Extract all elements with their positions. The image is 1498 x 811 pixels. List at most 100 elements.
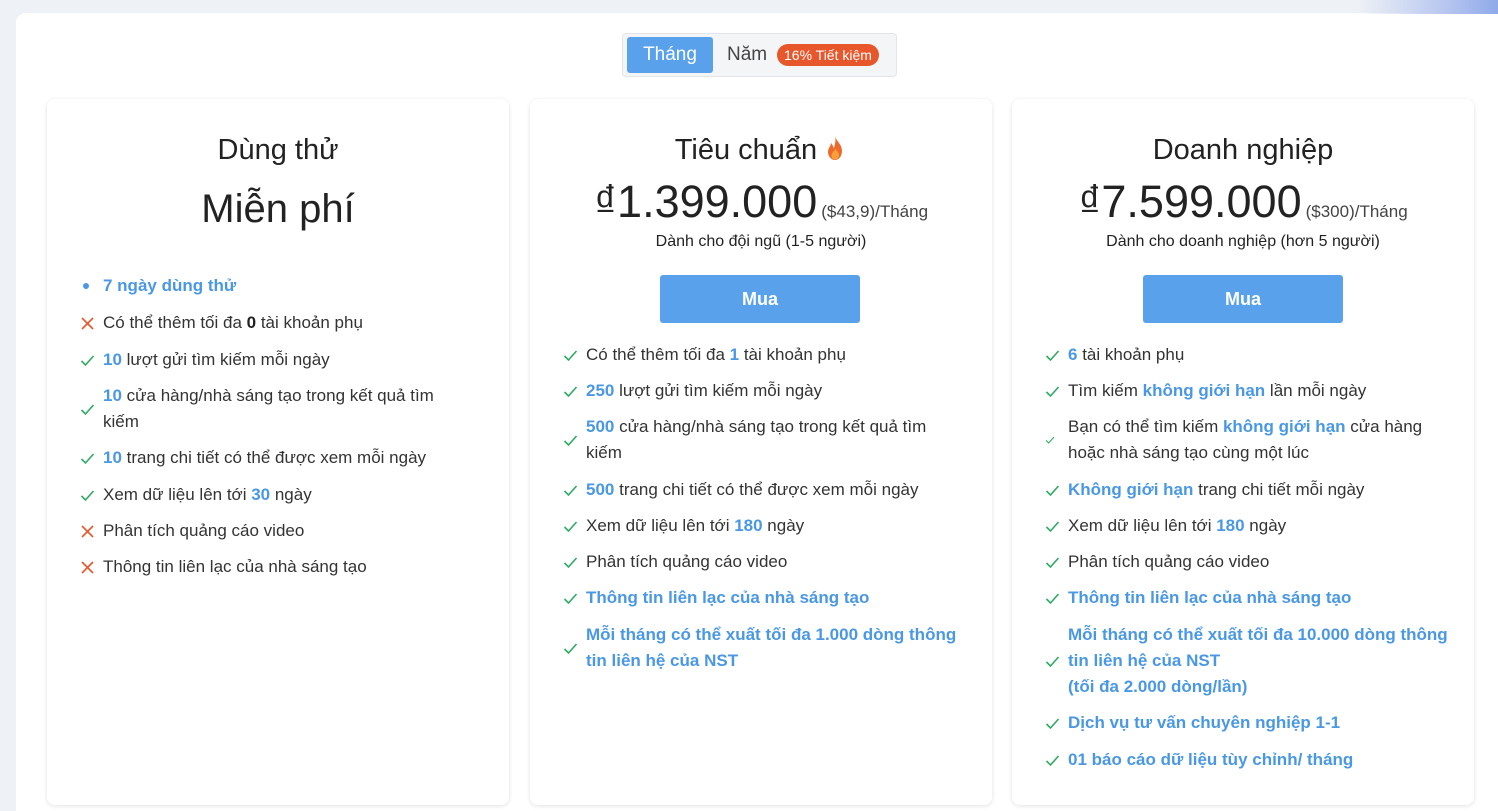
feature-text: Bạn có thể tìm kiếm không giới hạn cửa h… bbox=[1068, 414, 1450, 466]
feature-text-segment: 1 bbox=[729, 345, 740, 364]
feature-text-segment: Thông tin liên lạc của nhà sáng tạo bbox=[1068, 588, 1352, 607]
feature-text: 10 cửa hàng/nhà sáng tạo trong kết quả t… bbox=[103, 383, 460, 435]
feature-text-segment: Dịch vụ tư vấn chuyên nghiệp 1-1 bbox=[1068, 713, 1341, 732]
plan-name-text: Tiêu chuẩn bbox=[674, 134, 818, 166]
feature-item: 7 ngày dùng thử bbox=[80, 273, 460, 299]
check-small-icon bbox=[1045, 435, 1065, 445]
plan-audience: Dành cho doanh nghiệp (hơn 5 người) bbox=[1106, 233, 1380, 250]
feature-text: Thông tin liên lạc của nhà sáng tạo bbox=[1068, 585, 1351, 611]
feature-item: 500 trang chi tiết có thể được xem mỗi n… bbox=[563, 477, 963, 503]
cross-icon bbox=[80, 316, 100, 331]
feature-text-segment: Xem dữ liệu lên tới bbox=[1068, 516, 1217, 535]
feature-text-segment: lượt gửi tìm kiếm mỗi ngày bbox=[614, 381, 823, 400]
feature-item: 01 báo cáo dữ liệu tùy chỉnh/ tháng bbox=[1045, 747, 1450, 773]
feature-item: Xem dữ liệu lên tới 180 ngày bbox=[1045, 513, 1450, 539]
feature-text: Phân tích quảng cáo video bbox=[1068, 549, 1269, 575]
feature-text: 500 cửa hàng/nhà sáng tạo trong kết quả … bbox=[586, 414, 963, 466]
feature-text-segment: ngày bbox=[1244, 516, 1287, 535]
fire-icon bbox=[828, 136, 843, 160]
feature-text-segment: 30 bbox=[251, 485, 271, 504]
feature-text: Không giới hạn trang chi tiết mỗi ngày bbox=[1068, 477, 1364, 503]
feature-item: Thông tin liên lạc của nhà sáng tạo bbox=[1045, 585, 1450, 611]
feature-text-segment: (tối đa 2.000 dòng/lần) bbox=[1068, 677, 1248, 696]
feature-text: Mỗi tháng có thể xuất tối đa 10.000 dòng… bbox=[1068, 622, 1450, 700]
plan-price: ₫7.599.000 bbox=[1078, 176, 1302, 227]
tab-year[interactable]: Năm bbox=[727, 37, 767, 73]
check-icon bbox=[563, 483, 583, 498]
feature-text-segment: Thông tin liên lạc của nhà sáng tạo bbox=[586, 588, 870, 607]
feature-item: 6 tài khoản phụ bbox=[1045, 342, 1450, 368]
feature-text: Phân tích quảng cáo video bbox=[103, 518, 304, 544]
feature-text: Thông tin liên lạc của nhà sáng tạo bbox=[586, 585, 869, 611]
plan-price: Miễn phí bbox=[201, 187, 355, 231]
feature-item: Thông tin liên lạc của nhà sáng tạo bbox=[563, 585, 963, 611]
feature-text-segment: tài khoản phụ bbox=[256, 313, 363, 332]
plan-price-usd: ($300)/Tháng bbox=[1305, 202, 1408, 221]
buy-button-enterprise[interactable]: Mua bbox=[1143, 275, 1343, 323]
check-icon bbox=[1045, 654, 1065, 669]
feature-text-segment: lượt gửi tìm kiếm mỗi ngày bbox=[121, 350, 330, 369]
feature-text: Xem dữ liệu lên tới 30 ngày bbox=[103, 482, 312, 508]
feature-text: Có thể thêm tối đa 1 tài khoản phụ bbox=[586, 342, 846, 368]
plan-name: Doanh nghiệp bbox=[1152, 134, 1334, 166]
feature-item: Có thể thêm tối đa 1 tài khoản phụ bbox=[563, 342, 963, 368]
check-icon bbox=[563, 555, 583, 570]
feature-text-segment: Phân tích quảng cáo video bbox=[103, 521, 305, 540]
feature-text-segment: Không giới hạn bbox=[1068, 480, 1194, 499]
feature-text-segment: 10 bbox=[103, 448, 122, 467]
feature-text: 250 lượt gửi tìm kiếm mỗi ngày bbox=[586, 378, 822, 404]
plan-audience: Dành cho đội ngũ (1-5 người) bbox=[655, 233, 867, 250]
bullet-icon bbox=[80, 283, 100, 289]
feature-item: Bạn có thể tìm kiếm không giới hạn cửa h… bbox=[1045, 414, 1450, 466]
check-icon bbox=[563, 384, 583, 399]
feature-text-segment: 500 bbox=[586, 480, 615, 499]
feature-text-segment: 0 bbox=[246, 313, 257, 332]
check-icon bbox=[563, 519, 583, 534]
feature-text-segment: Phân tích quảng cáo video bbox=[586, 552, 788, 571]
check-icon bbox=[80, 451, 100, 466]
feature-text-segment: Xem dữ liệu lên tới bbox=[586, 516, 735, 535]
feature-item: Không giới hạn trang chi tiết mỗi ngày bbox=[1045, 477, 1450, 503]
feature-text-segment: không giới hạn bbox=[1222, 417, 1346, 436]
feature-text: Tìm kiếm không giới hạn lần mỗi ngày bbox=[1068, 378, 1366, 404]
feature-text: 01 báo cáo dữ liệu tùy chỉnh/ tháng bbox=[1068, 747, 1353, 773]
feature-text-segment: tài khoản phụ bbox=[739, 345, 846, 364]
feature-text-segment: Có thể thêm tối đa bbox=[103, 313, 247, 332]
check-icon bbox=[1045, 384, 1065, 399]
plan-name: Dùng thử bbox=[217, 134, 339, 166]
feature-text-segment: ngày bbox=[270, 485, 312, 504]
check-icon bbox=[563, 641, 583, 656]
plan-name: Tiêu chuẩn bbox=[530, 133, 992, 167]
feature-text-segment: 250 bbox=[586, 381, 615, 400]
cross-icon bbox=[80, 524, 100, 539]
check-icon bbox=[80, 402, 100, 417]
feature-text-segment: Xem dữ liệu lên tới bbox=[103, 485, 252, 504]
feature-text: Phân tích quảng cáo video bbox=[586, 549, 787, 575]
feature-text: 10 trang chi tiết có thể được xem mỗi ng… bbox=[103, 445, 426, 471]
feature-text-segment: 500 bbox=[586, 417, 615, 436]
feature-text-segment: Mỗi tháng có thể xuất tối đa 10.000 dòng… bbox=[1068, 625, 1448, 670]
feature-text: Dịch vụ tư vấn chuyên nghiệp 1-1 bbox=[1068, 710, 1340, 736]
feature-text-segment: 10 bbox=[103, 386, 122, 405]
feature-text-segment: không giới hạn bbox=[1142, 381, 1266, 400]
feature-text: 10 lượt gửi tìm kiếm mỗi ngày bbox=[103, 347, 330, 373]
feature-text: Mỗi tháng có thể xuất tối đa 1.000 dòng … bbox=[586, 622, 963, 674]
feature-item: 10 trang chi tiết có thể được xem mỗi ng… bbox=[80, 445, 460, 471]
feature-item: Mỗi tháng có thể xuất tối đa 1.000 dòng … bbox=[563, 622, 963, 674]
cross-icon bbox=[80, 560, 100, 575]
feature-text-segment: Bạn có thể tìm kiếm bbox=[1068, 417, 1223, 436]
savings-badge: 16% Tiết kiệm bbox=[777, 44, 879, 66]
feature-text: Có thể thêm tối đa 0 tài khoản phụ bbox=[103, 310, 363, 336]
feature-text-segment: lần mỗi ngày bbox=[1265, 381, 1367, 400]
buy-button-standard[interactable]: Mua bbox=[660, 275, 860, 323]
feature-text-segment: cửa hàng/nhà sáng tạo trong kết quả tìm … bbox=[586, 417, 927, 462]
check-icon bbox=[1045, 555, 1065, 570]
feature-text-segment: 180 bbox=[734, 516, 763, 535]
check-icon bbox=[1045, 348, 1065, 363]
feature-item: Có thể thêm tối đa 0 tài khoản phụ bbox=[80, 310, 460, 336]
check-icon bbox=[80, 488, 100, 503]
feature-item: 250 lượt gửi tìm kiếm mỗi ngày bbox=[563, 378, 963, 404]
feature-text-segment: tài khoản phụ bbox=[1077, 345, 1185, 364]
feature-item: Mỗi tháng có thể xuất tối đa 10.000 dòng… bbox=[1045, 622, 1450, 700]
tab-month[interactable]: Tháng bbox=[627, 37, 713, 73]
